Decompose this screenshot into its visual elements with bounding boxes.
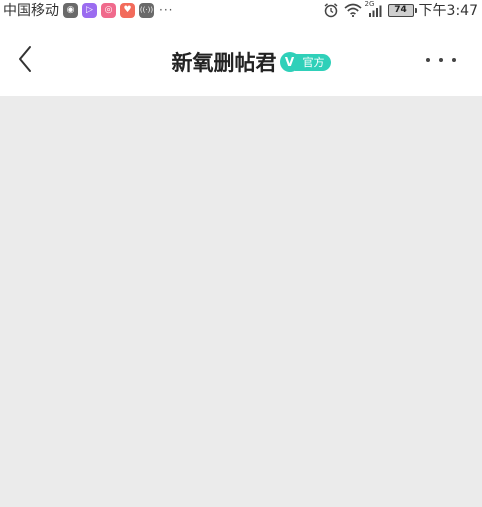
network-type-label: 2G	[364, 0, 375, 8]
wifi-icon	[344, 3, 362, 17]
camera-app-icon: ◉	[63, 2, 78, 18]
battery-level: 74	[394, 5, 407, 15]
battery-indicator: 74	[387, 3, 417, 17]
verified-v-icon: V	[279, 52, 300, 72]
more-dot-icon	[439, 58, 443, 62]
official-badge: V 官方	[279, 52, 331, 72]
status-bar-left: 中国移动 ◉ ▷ ◎ ♥ ((·)) ···	[3, 0, 173, 20]
music-app-icon: ◎	[101, 2, 116, 18]
more-notifications-indicator: ···	[159, 3, 174, 17]
more-options-button[interactable]	[426, 48, 456, 72]
carrier-name: 中国移动	[3, 3, 59, 19]
official-badge-label: 官方	[294, 53, 331, 71]
content-area	[0, 96, 482, 507]
more-dot-icon	[426, 58, 430, 62]
navigation-bar: 新氧删帖君 V 官方	[0, 20, 482, 96]
more-dot-icon	[452, 58, 456, 62]
radio-app-icon: ((·))	[139, 2, 154, 18]
alarm-icon	[323, 2, 339, 18]
page-title: 新氧删帖君	[171, 51, 277, 75]
gift-app-icon: ♥	[120, 2, 135, 18]
clock: 下午3:47	[418, 3, 478, 19]
title-container: 新氧删帖君 V 官方	[0, 47, 482, 77]
video-app-icon: ▷	[82, 2, 97, 18]
signal-icon: 2G	[364, 0, 383, 17]
status-bar: 中国移动 ◉ ▷ ◎ ♥ ((·)) ··· 2G 74 下午3:47	[0, 0, 482, 20]
status-bar-right: 2G 74 下午3:47	[318, 0, 478, 20]
